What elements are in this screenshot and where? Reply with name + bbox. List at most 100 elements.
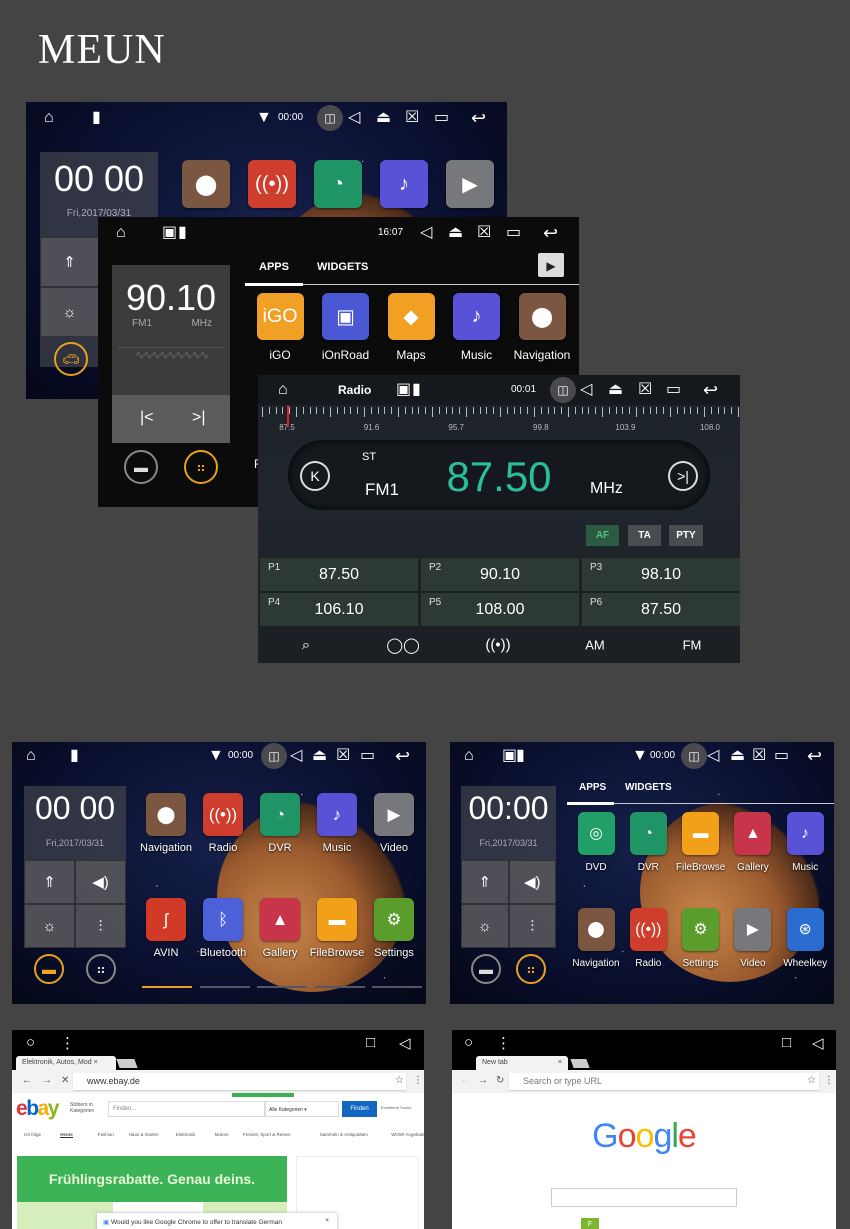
apps-button[interactable]: ⠶ (516, 954, 546, 984)
app-note[interactable]: ♪ (374, 160, 434, 208)
car-button[interactable]: 🚗︎ (54, 342, 88, 376)
app-radio[interactable]: ((•)) Radio (195, 793, 251, 854)
rocket-tile[interactable]: ⇑ (461, 860, 509, 904)
recents-icon[interactable]: □ (782, 1034, 791, 1051)
back-arrow-icon[interactable]: ← (460, 1075, 470, 1086)
nav-link[interactable]: WOW! Angebote (391, 1132, 424, 1137)
af-button[interactable]: AF (586, 525, 619, 546)
nav-link[interactable]: Haus & Garten (129, 1132, 159, 1137)
stereo-loop-icon[interactable]: ◯◯ (386, 636, 420, 654)
recents-icon[interactable]: ▭ (434, 110, 449, 126)
nav-link[interactable]: Ich folge (24, 1132, 41, 1137)
page-indicator[interactable] (314, 986, 365, 988)
radio-widget[interactable]: 90.10 FM1 MHz ∿∿∿∿∿∿∿∿∿ |< >| (112, 265, 230, 443)
volume-tile[interactable]: ◀) (75, 860, 126, 904)
tuning-needle[interactable] (287, 405, 289, 427)
equalizer-tile[interactable]: ⫶ (508, 904, 556, 948)
next-button[interactable]: >| (192, 409, 206, 427)
back-icon[interactable]: ↩ (543, 224, 558, 242)
app-gallery[interactable]: ▲ Gallery (725, 812, 781, 873)
app-music[interactable]: ♪ Music (447, 293, 507, 362)
car-button[interactable]: ▬ (34, 954, 64, 984)
browser-tab[interactable]: New tab × (476, 1056, 568, 1070)
app-igo[interactable]: iGO iGO (250, 293, 310, 362)
app-video[interactable]: ▶ Video (366, 793, 422, 854)
tab-apps[interactable]: APPS (579, 782, 606, 793)
browser-tab[interactable]: Elektronik, Autos, Mod × (16, 1056, 116, 1070)
bookmark-star-icon[interactable]: ☆ (395, 1075, 404, 1086)
eject-icon[interactable]: ⏏ (730, 748, 745, 764)
url-bar[interactable]: Search or type URL (509, 1073, 819, 1090)
app-ionroad[interactable]: ▣ iOnRoad (316, 293, 376, 362)
back-icon[interactable]: ◁ (399, 1034, 411, 1052)
overflow-menu-icon[interactable]: ⋮ (413, 1075, 423, 1086)
new-tab-button[interactable] (570, 1059, 590, 1068)
bookmark-star-icon[interactable]: ☆ (807, 1075, 816, 1086)
screenshot-icon[interactable]: ◫ (550, 377, 576, 403)
advanced-search-link[interactable]: Erweiterte Suche (381, 1105, 411, 1110)
app-gallery[interactable]: ▲ Gallery (252, 898, 308, 959)
home-icon[interactable]: ⌂ (464, 748, 474, 764)
preset-p3[interactable]: P3 98.10 (581, 557, 740, 592)
nav-link[interactable]: Freizeit, Sport & Reisen (243, 1132, 291, 1137)
back-arrow-icon[interactable]: ← (22, 1075, 32, 1086)
home-circle-icon[interactable]: ○ (26, 1034, 35, 1051)
tab-widgets[interactable]: WIDGETS (625, 782, 672, 793)
browse-categories[interactable]: Stöbern in Kategorien (70, 1102, 104, 1114)
page-indicator[interactable] (199, 986, 250, 988)
category-select[interactable]: Alle Kategorien ▾ (265, 1101, 339, 1117)
search-box[interactable] (551, 1188, 737, 1207)
volume-icon[interactable]: ◁ (348, 110, 360, 126)
preset-p4[interactable]: P4 106.10 (259, 592, 419, 627)
brightness-tile[interactable]: ☼ (40, 287, 99, 337)
app-dvr[interactable]: ◔ DVR (620, 812, 676, 873)
eject-icon[interactable]: ⏏ (608, 382, 623, 398)
nav-link[interactable]: Motors (215, 1132, 229, 1137)
new-tab-button[interactable] (116, 1059, 138, 1068)
ta-button[interactable]: TA (628, 525, 661, 546)
preset-p6[interactable]: P6 87.50 (581, 592, 740, 627)
app-play[interactable]: ▶ (440, 160, 500, 208)
eject-icon[interactable]: ⏏ (312, 748, 327, 764)
search-icon[interactable]: ⌕ (302, 637, 310, 654)
nav-link[interactable]: Elektronik (176, 1132, 196, 1137)
home-icon[interactable]: ⌂ (116, 225, 126, 241)
app-navigation[interactable]: ⬤ Navigation (512, 293, 572, 362)
brightness-tile[interactable]: ☼ (24, 904, 75, 948)
car-button[interactable]: ▬ (471, 954, 501, 984)
preset-p5[interactable]: P5 108.00 (420, 592, 580, 627)
fm-button[interactable]: FM (683, 638, 702, 653)
overflow-menu-icon[interactable]: ⋮ (824, 1075, 834, 1086)
app-pin[interactable]: ⬤ (176, 160, 236, 208)
search-input[interactable]: Finden... (108, 1101, 265, 1117)
volume-tile[interactable]: ◀) (508, 860, 556, 904)
close-window-icon[interactable]: ☒ (638, 382, 652, 398)
app-navigation[interactable]: ⬤ Navigation (138, 793, 194, 854)
frequency-scale[interactable]: 87.5 91.6 95.7 99.8 103.9 108.0 (258, 405, 740, 437)
recents-icon[interactable]: ▭ (360, 748, 375, 764)
forward-arrow-icon[interactable]: → (42, 1075, 52, 1086)
page-indicator[interactable] (372, 986, 422, 988)
nav-link[interactable]: Heute (60, 1132, 73, 1138)
app-dvr[interactable]: ◔ DVR (252, 793, 308, 854)
page-indicator[interactable] (257, 986, 307, 988)
recents-icon[interactable]: □ (366, 1034, 375, 1051)
app-video[interactable]: ▶ Video (725, 908, 781, 969)
equalizer-tile[interactable]: ⫶ (75, 904, 126, 948)
page-indicator[interactable] (142, 986, 192, 988)
car-button[interactable]: ▬ (124, 450, 158, 484)
app-settings[interactable]: ⚙ Settings (366, 898, 422, 959)
search-button[interactable]: Finden (342, 1101, 377, 1117)
app-radio[interactable]: ((•)) Radio (620, 908, 676, 969)
app-avin[interactable]: ʃ AVIN (138, 898, 194, 959)
eject-icon[interactable]: ⏏ (376, 110, 391, 126)
back-icon[interactable]: ↩ (807, 747, 822, 765)
pty-button[interactable]: PTY (669, 525, 703, 546)
close-window-icon[interactable]: ☒ (405, 110, 419, 126)
reload-icon[interactable]: ↻ (496, 1075, 504, 1086)
app-dvd[interactable]: ◎ DVD (568, 812, 624, 873)
back-icon[interactable]: ↩ (703, 381, 718, 399)
home-icon[interactable]: ⌂ (44, 110, 54, 126)
back-icon[interactable]: ↩ (471, 109, 486, 127)
rocket-tile[interactable]: ⇑ (40, 237, 99, 287)
